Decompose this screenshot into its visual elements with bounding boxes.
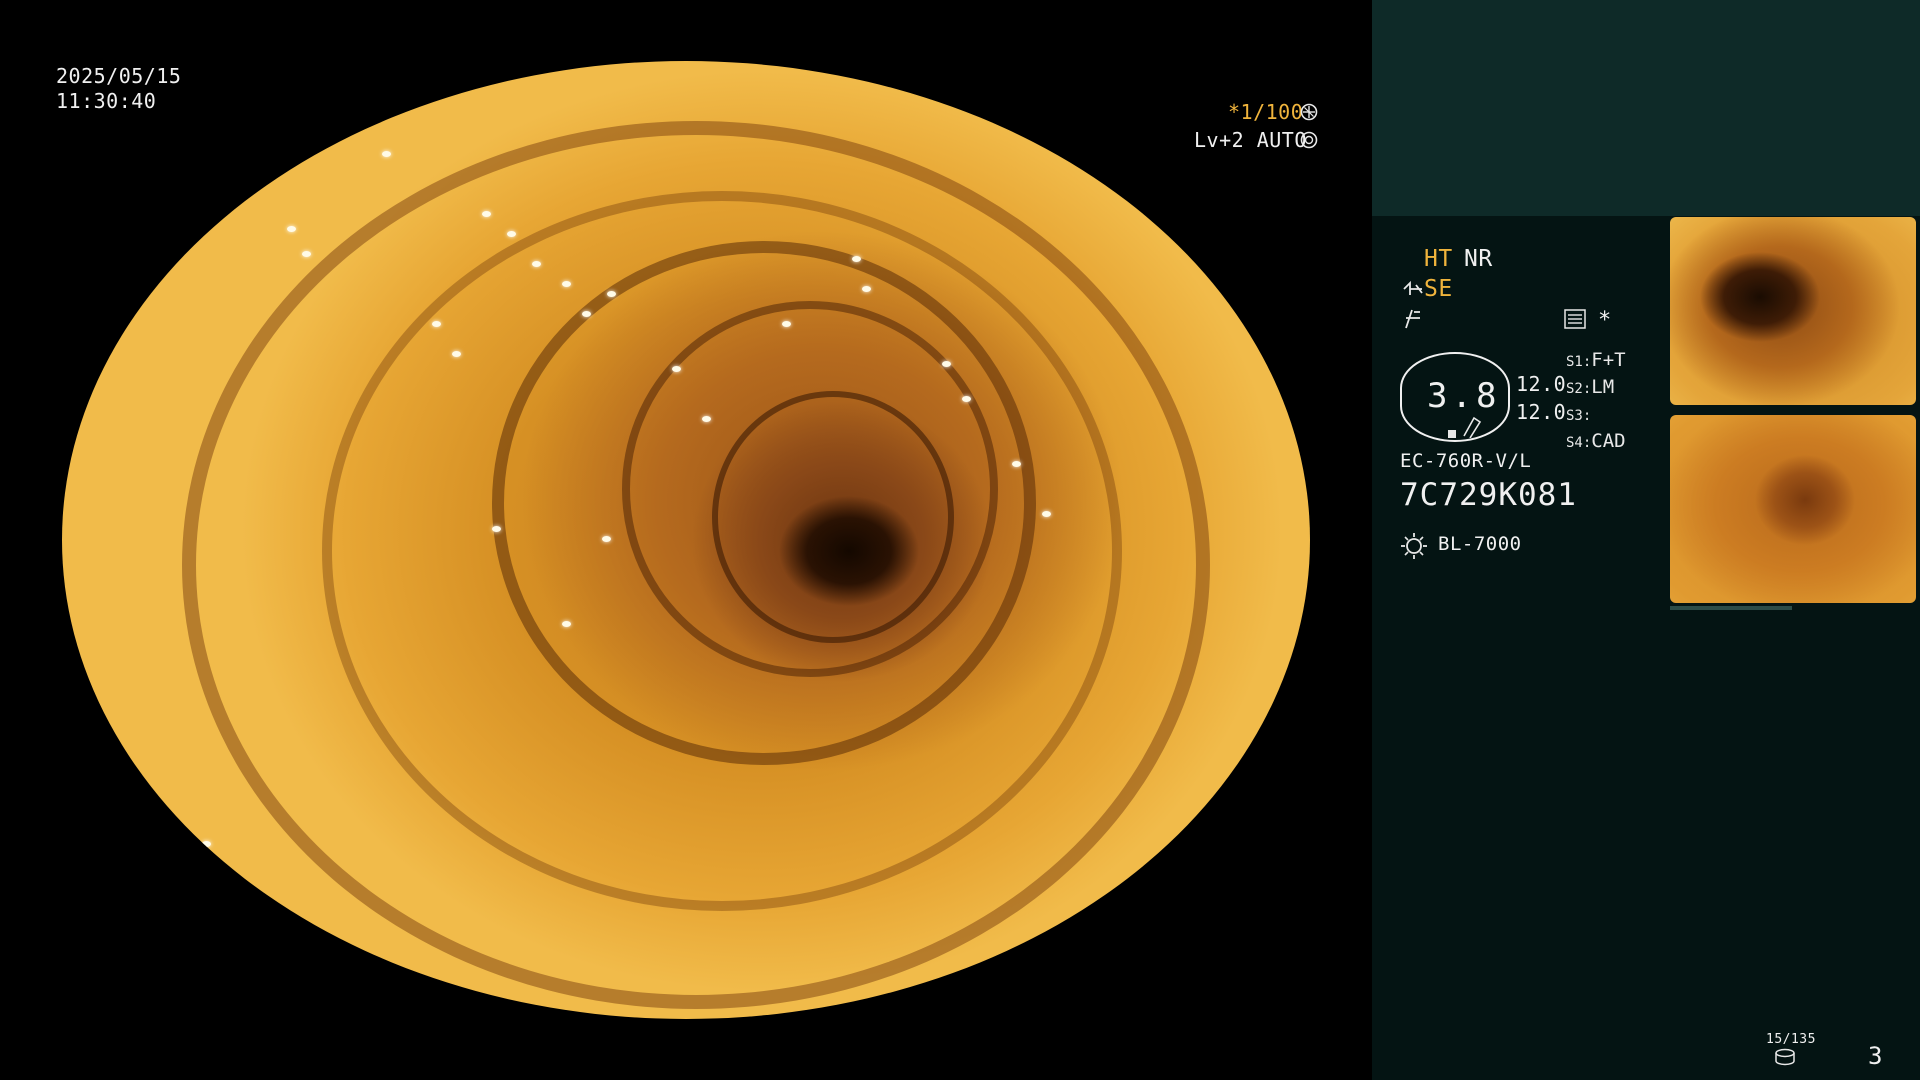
freeze-icon: [1405, 309, 1420, 329]
value-2: 12.0: [1516, 400, 1567, 424]
zoom-indicator-mark: [1448, 430, 1456, 438]
se-indicator: SE: [1424, 276, 1453, 302]
zoom-value: 3.8: [1427, 376, 1501, 416]
thumbnail-image: [1670, 415, 1916, 603]
page-number: 3: [1868, 1042, 1883, 1070]
endoscope-image: [62, 61, 1310, 1019]
zoom-lens-icon: [1463, 416, 1482, 438]
capture-thumbnail-2[interactable]: [1670, 415, 1916, 603]
switch-settings: S1:F+T S2:LM S3: S4:CAD: [1566, 348, 1626, 456]
switch-s3: S3:: [1566, 408, 1592, 424]
endoscope-video-area: 2025/05/15 11:30:40 *1/100 Lv+2 AUTO: [0, 0, 1372, 1080]
asterisk-indicator: *: [1598, 308, 1612, 333]
shutter-speed-label: *1/100: [1228, 100, 1304, 124]
switch-s2: S2:LM: [1566, 376, 1615, 398]
thumbnail-image: [1670, 217, 1916, 405]
capture-thumbnail-1[interactable]: [1670, 217, 1916, 405]
thumbnail-progress: [1670, 606, 1792, 610]
nr-indicator: NR: [1464, 246, 1493, 272]
switch-s4: S4:CAD: [1566, 430, 1626, 452]
value-1: 12.0: [1516, 372, 1567, 396]
record-list-icon: [1564, 309, 1586, 329]
mucosal-fold: [712, 391, 954, 643]
exposure-level-label: Lv+2 AUTO: [1194, 128, 1307, 152]
storage-icon: [1775, 1048, 1795, 1066]
time-label: 11:30:40: [56, 89, 157, 113]
light-source-icon: [1401, 533, 1427, 559]
scope-model: EC-760R-V/L: [1400, 450, 1532, 472]
date-label: 2025/05/15: [56, 64, 182, 88]
enhancement-icon: [1403, 280, 1423, 295]
switch-s1: S1:F+T: [1566, 349, 1626, 371]
light-source-label: BL-7000: [1438, 533, 1522, 555]
scope-serial: 7C729K081: [1400, 477, 1577, 513]
ht-indicator: HT: [1424, 246, 1453, 272]
info-panel: HT NR SE * 3.8 12.0 12.0 S1:F+T S2:LM S3…: [1372, 0, 1920, 1080]
shutter-icon: [1300, 103, 1318, 121]
panel-header-area: [1372, 0, 1920, 216]
capture-count: 15/135: [1766, 1032, 1816, 1047]
iris-icon: [1300, 131, 1318, 149]
